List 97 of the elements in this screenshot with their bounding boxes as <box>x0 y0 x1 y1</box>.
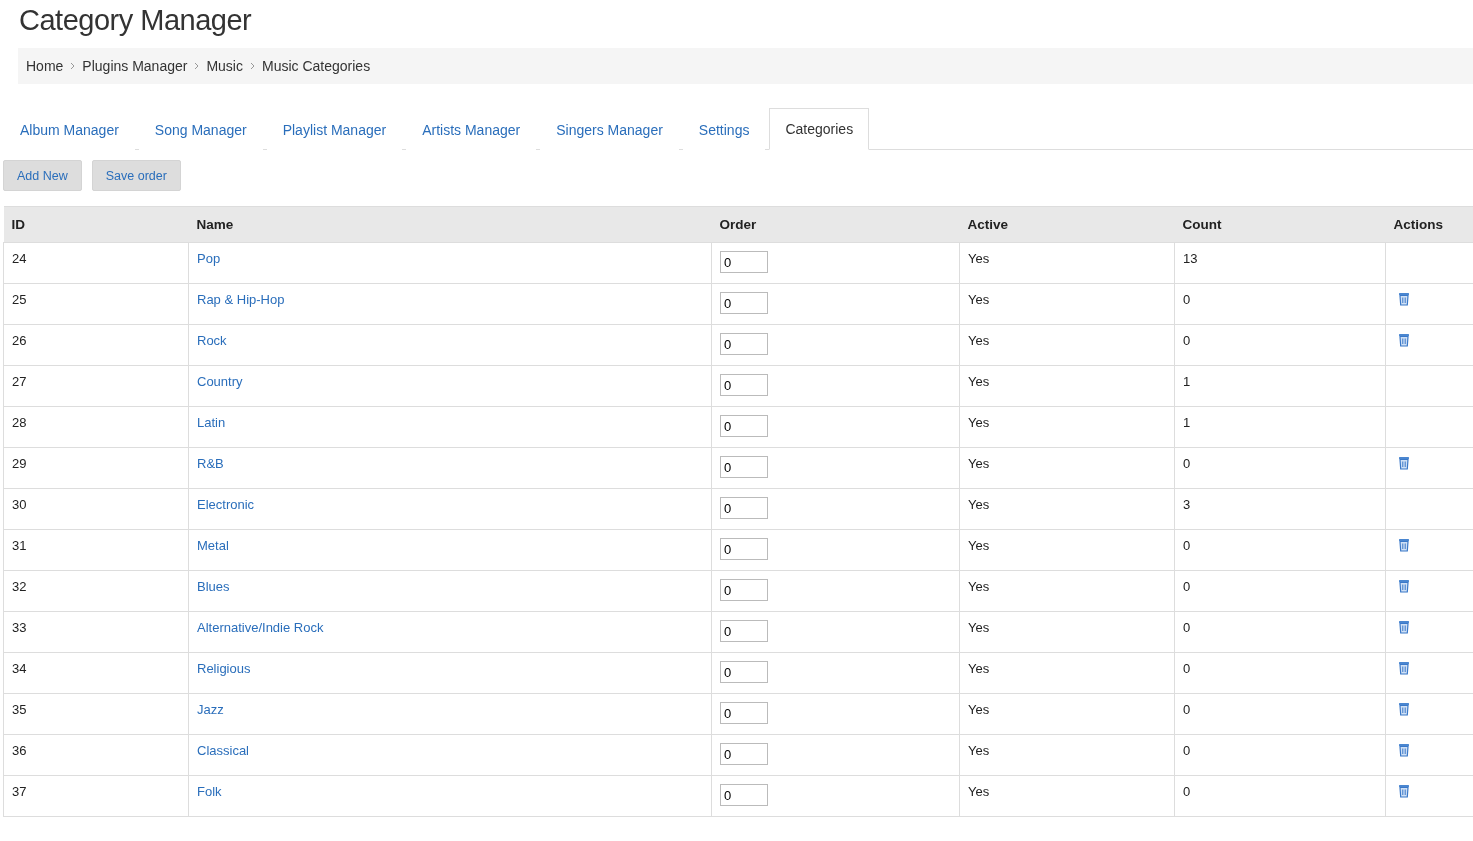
order-input[interactable]: 0 <box>720 415 768 437</box>
category-link[interactable]: Alternative/Indie Rock <box>197 620 324 635</box>
count-cell: 0 <box>1174 734 1386 776</box>
column-header: ID <box>3 206 189 243</box>
active-cell: Yes <box>959 529 1175 571</box>
category-link[interactable]: Folk <box>197 784 222 799</box>
breadcrumb-item[interactable]: Home <box>26 58 64 74</box>
breadcrumb-item[interactable]: Music <box>206 58 243 74</box>
active-cell: Yes <box>959 652 1175 694</box>
category-link[interactable]: Metal <box>197 538 229 553</box>
count-cell: 0 <box>1174 283 1386 325</box>
active-cell: Yes <box>959 447 1175 489</box>
order-input[interactable]: 0 <box>720 538 768 560</box>
column-header: Name <box>188 206 712 243</box>
trash-icon[interactable] <box>1398 702 1410 716</box>
count-cell: 0 <box>1174 611 1386 653</box>
trash-icon[interactable] <box>1398 784 1410 798</box>
order-input[interactable]: 0 <box>720 456 768 478</box>
count-cell: 0 <box>1174 693 1386 735</box>
active-cell: Yes <box>959 365 1175 407</box>
id-cell: 25 <box>3 283 189 325</box>
id-cell: 35 <box>3 693 189 735</box>
order-input[interactable]: 0 <box>720 497 768 519</box>
column-header: Count <box>1174 206 1386 243</box>
category-link[interactable]: Rock <box>197 333 227 348</box>
count-cell: 1 <box>1174 365 1386 407</box>
count-cell: 0 <box>1174 652 1386 694</box>
category-link[interactable]: Rap & Hip-Hop <box>197 292 285 307</box>
category-link[interactable]: Pop <box>197 251 221 266</box>
trash-icon[interactable] <box>1398 538 1410 552</box>
category-link[interactable]: Jazz <box>197 702 224 717</box>
active-cell: Yes <box>959 693 1175 735</box>
breadcrumb-item[interactable]: Plugins Manager <box>82 58 188 74</box>
id-cell: 26 <box>3 324 189 366</box>
order-input[interactable]: 0 <box>720 251 768 273</box>
active-cell: Yes <box>959 611 1175 653</box>
id-cell: 27 <box>3 365 189 407</box>
active-cell: Yes <box>959 775 1175 817</box>
add-new-button[interactable]: Add New <box>3 160 82 191</box>
breadcrumb-item: Music Categories <box>262 58 371 74</box>
order-input[interactable]: 0 <box>720 333 768 355</box>
id-cell: 31 <box>3 529 189 571</box>
active-cell: Yes <box>959 283 1175 325</box>
trash-icon[interactable] <box>1398 579 1410 593</box>
trash-icon[interactable] <box>1398 333 1410 347</box>
trash-icon[interactable] <box>1398 661 1410 675</box>
id-cell: 28 <box>3 406 189 448</box>
chevron-icon <box>249 62 256 70</box>
count-cell: 13 <box>1174 242 1386 284</box>
count-cell: 1 <box>1174 406 1386 448</box>
active-cell: Yes <box>959 570 1175 612</box>
column-header: Actions <box>1385 206 1473 243</box>
trash-icon[interactable] <box>1398 292 1410 306</box>
column-header: Order <box>711 206 960 243</box>
id-cell: 37 <box>3 775 189 817</box>
category-link[interactable]: Country <box>197 374 243 389</box>
category-link[interactable]: Electronic <box>197 497 255 512</box>
column-header: Active <box>959 206 1175 243</box>
count-cell: 0 <box>1174 775 1386 817</box>
active-cell: Yes <box>959 406 1175 448</box>
category-link[interactable]: Classical <box>197 743 249 758</box>
order-input[interactable]: 0 <box>720 292 768 314</box>
order-input[interactable]: 0 <box>720 702 768 724</box>
active-cell: Yes <box>959 734 1175 776</box>
id-cell: 30 <box>3 488 189 530</box>
category-link[interactable]: Latin <box>197 415 226 430</box>
trash-icon[interactable] <box>1398 456 1410 470</box>
save-order-button[interactable]: Save order <box>91 160 181 191</box>
category-link[interactable]: Religious <box>197 661 251 676</box>
order-input[interactable]: 0 <box>720 374 768 396</box>
page-title: Category Manager <box>18 3 253 38</box>
count-cell: 0 <box>1174 529 1386 571</box>
tab[interactable]: Categories <box>769 108 870 150</box>
order-input[interactable]: 0 <box>720 620 768 642</box>
order-input[interactable]: 0 <box>720 784 768 806</box>
category-link[interactable]: R&B <box>197 456 224 471</box>
count-cell: 0 <box>1174 570 1386 612</box>
active-cell: Yes <box>959 488 1175 530</box>
trash-icon[interactable] <box>1398 743 1410 757</box>
active-cell: Yes <box>959 242 1175 284</box>
order-input[interactable]: 0 <box>720 579 768 601</box>
id-cell: 24 <box>3 242 189 284</box>
count-cell: 3 <box>1174 488 1386 530</box>
chevron-icon <box>69 62 77 70</box>
order-input[interactable]: 0 <box>720 743 768 765</box>
id-cell: 36 <box>3 734 189 776</box>
id-cell: 29 <box>3 447 189 489</box>
category-link[interactable]: Blues <box>197 579 230 594</box>
chevron-icon <box>193 62 201 70</box>
order-input[interactable]: 0 <box>720 661 768 683</box>
trash-icon[interactable] <box>1398 620 1410 634</box>
id-cell: 34 <box>3 652 189 694</box>
id-cell: 33 <box>3 611 189 653</box>
count-cell: 0 <box>1174 447 1386 489</box>
count-cell: 0 <box>1174 324 1386 366</box>
id-cell: 32 <box>3 570 189 612</box>
active-cell: Yes <box>959 324 1175 366</box>
